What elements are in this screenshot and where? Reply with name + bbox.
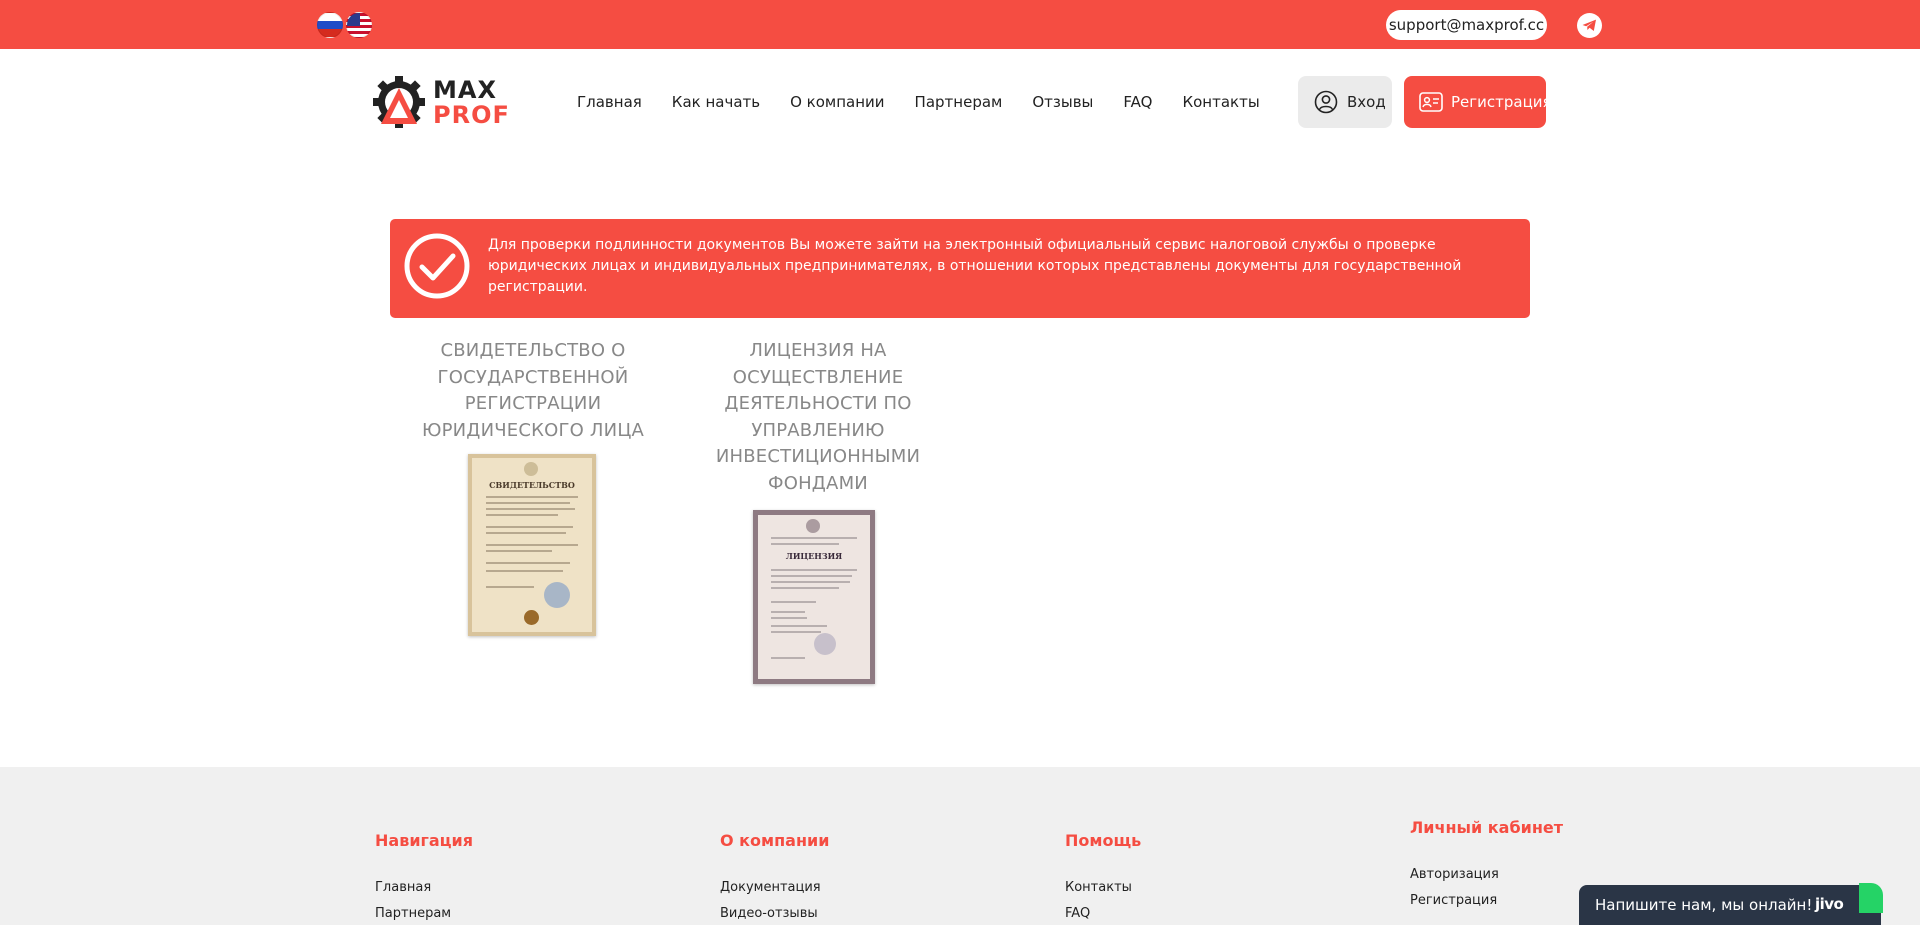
logo-wordmark: MAX PROF	[433, 78, 510, 128]
document-title-license[interactable]: Лицензия на осуществление деятельности п…	[704, 338, 932, 497]
license-image[interactable]: ЛИЦЕНЗИЯ	[753, 510, 875, 684]
check-circle-icon	[404, 233, 470, 299]
nav-item-partners[interactable]: Партнерам	[915, 90, 1003, 114]
footer-link-faq[interactable]: FAQ	[1065, 901, 1090, 927]
wax-seal-icon	[524, 610, 539, 625]
nav-item-contacts[interactable]: Контакты	[1182, 90, 1259, 114]
registration-certificate-image[interactable]: СВИДЕТЕЛЬСТВО	[468, 454, 596, 636]
main-nav: Главная Как начать О компании Партнерам …	[577, 90, 1290, 114]
license-heading: ЛИЦЕНЗИЯ	[785, 551, 843, 561]
nav-item-reviews[interactable]: Отзывы	[1032, 90, 1093, 114]
user-circle-icon	[1314, 90, 1338, 114]
footer-heading-account: Личный кабинет	[1410, 818, 1564, 837]
support-email-link[interactable]: support@maxprof.cc	[1386, 10, 1547, 40]
verification-notice: Для проверки подлинности документов Вы м…	[390, 219, 1530, 318]
blue-stamp-icon	[544, 582, 570, 608]
chat-widget[interactable]: Напишите нам, мы онлайн! jivo	[1579, 883, 1883, 925]
footer-link-video-reviews[interactable]: Видео-отзывы	[720, 901, 818, 927]
nav-item-about[interactable]: О компании	[790, 90, 884, 114]
notice-text: Для проверки подлинности документов Вы м…	[488, 237, 1462, 295]
register-label: Регистрация	[1451, 93, 1552, 111]
nav-item-how-to-start[interactable]: Как начать	[672, 90, 760, 114]
login-label: Вход	[1347, 93, 1386, 111]
emblem-icon	[806, 519, 820, 533]
footer-heading-about: О компании	[720, 831, 830, 850]
footer-link-partners[interactable]: Партнерам	[375, 901, 451, 927]
gear-logo-icon	[373, 76, 425, 128]
online-indicator	[1859, 883, 1883, 913]
maxprof-logo[interactable]: MAX PROF	[373, 74, 509, 132]
document-title-registration[interactable]: Свидетельство о государственной регистра…	[412, 338, 654, 444]
nav-item-faq[interactable]: FAQ	[1123, 90, 1152, 114]
stamp-icon	[814, 633, 836, 655]
chat-brand-logo: jivo	[1815, 895, 1844, 913]
nav-item-home[interactable]: Главная	[577, 90, 642, 114]
logo-line-max: MAX	[433, 76, 497, 104]
emblem-icon	[524, 462, 538, 476]
russia-flag-icon[interactable]	[317, 12, 343, 38]
footer-link-contacts[interactable]: Контакты	[1065, 875, 1132, 901]
footer-link-home[interactable]: Главная	[375, 875, 431, 901]
logo-line-prof: PROF	[433, 101, 510, 129]
footer-link-register[interactable]: Регистрация	[1410, 888, 1497, 914]
login-button[interactable]: Вход	[1298, 76, 1392, 128]
top-bar: support@maxprof.cc	[0, 0, 1920, 49]
certificate-heading: СВИДЕТЕЛЬСТВО	[489, 480, 575, 490]
usa-flag-icon[interactable]	[346, 12, 372, 38]
footer-heading-help: Помощь	[1065, 831, 1142, 850]
chat-message: Напишите нам, мы онлайн!	[1595, 896, 1813, 914]
footer-link-login[interactable]: Авторизация	[1410, 862, 1499, 888]
footer-link-documentation[interactable]: Документация	[720, 875, 821, 901]
footer-heading-navigation: Навигация	[375, 831, 474, 850]
id-card-icon	[1419, 92, 1443, 112]
telegram-icon[interactable]	[1577, 13, 1602, 38]
register-button[interactable]: Регистрация	[1404, 76, 1552, 128]
